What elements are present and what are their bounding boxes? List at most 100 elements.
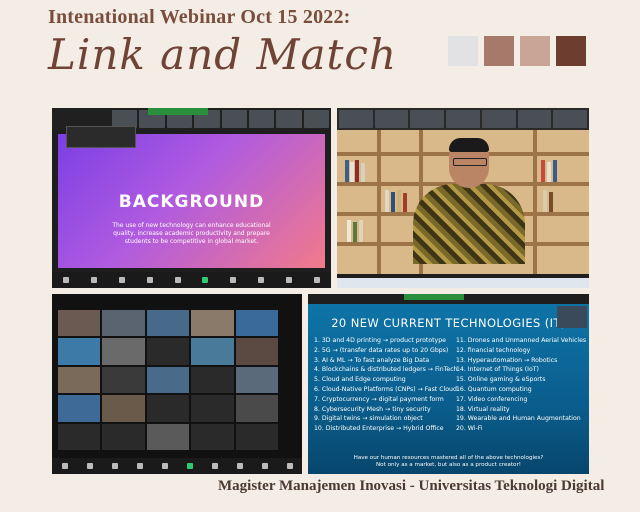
participant-thumbnail[interactable] — [553, 110, 588, 128]
question-line-1: Have our human resources mastered all of… — [353, 455, 544, 461]
slide-body-text: The use of new technology can enhance ed… — [112, 222, 271, 245]
participant-tile[interactable] — [102, 423, 145, 450]
list-item: 18. Virtual reality — [456, 405, 510, 413]
slide-title: BACKGROUND — [118, 192, 265, 212]
list-item: 9. Digital twins → simulation object — [314, 415, 423, 423]
more-icon[interactable] — [286, 463, 293, 469]
list-item: 10. Distributed Enterprise → Hybrid Offi… — [314, 425, 444, 433]
participant-tile[interactable] — [191, 423, 234, 450]
participant-tile[interactable] — [58, 395, 101, 422]
participant-tile[interactable] — [191, 366, 234, 394]
participant-tile[interactable] — [235, 366, 278, 394]
page-title: Intenational Webinar Oct 15 2022: — [48, 6, 351, 28]
security-icon[interactable] — [111, 463, 118, 469]
participant-strip — [337, 108, 589, 130]
participants-icon[interactable] — [146, 277, 153, 283]
share-screen-icon[interactable] — [186, 463, 193, 469]
apps-icon[interactable] — [286, 277, 293, 283]
participant-tile[interactable] — [146, 366, 190, 394]
technology-list-right: 11. Drones and Unmanned Aerial Vehicles … — [456, 336, 586, 434]
mic-icon[interactable] — [62, 277, 69, 283]
participant-tile[interactable] — [58, 310, 101, 337]
participant-tile[interactable] — [102, 310, 145, 337]
color-swatch-1 — [448, 36, 478, 66]
streaming-popup — [66, 126, 136, 148]
participant-tile[interactable] — [235, 423, 278, 450]
shared-slide: BACKGROUND The use of new technology can… — [58, 134, 325, 268]
footer-caption: Magister Manajemen Inovasi - Universitas… — [218, 478, 605, 494]
meeting-toolbar — [52, 458, 302, 474]
color-swatch-4 — [556, 36, 586, 66]
list-item: 11. Drones and Unmanned Aerial Vehicles — [456, 337, 587, 344]
list-item: 1. 3D and 4D printing → product prototyp… — [314, 337, 446, 344]
record-icon[interactable] — [230, 277, 237, 283]
participant-tile[interactable] — [146, 395, 190, 422]
screenshot-background-slide: BACKGROUND The use of new technology can… — [52, 108, 331, 288]
list-item: 16. Quantum computing — [456, 385, 532, 393]
shared-slide: 20 NEW CURRENT TECHNOLOGIES (IT) 1. 3D a… — [308, 304, 589, 474]
participant-tile[interactable] — [146, 338, 190, 365]
more-icon[interactable] — [313, 277, 320, 283]
participants-icon[interactable] — [136, 463, 143, 469]
participant-tile[interactable] — [235, 395, 278, 422]
participant-tile[interactable] — [102, 338, 145, 365]
reactions-icon[interactable] — [236, 463, 243, 469]
slide-question: Have our human resources mastered all of… — [308, 455, 589, 469]
participant-thumbnail[interactable] — [221, 110, 247, 128]
participant-thumbnail[interactable] — [248, 110, 275, 128]
participant-thumbnail[interactable] — [339, 110, 373, 128]
windows-taskbar — [337, 278, 589, 288]
list-item: 6. Cloud-Native Platforms (CNPs) → Fast … — [314, 385, 457, 393]
list-item: 5. Cloud and Edge computing — [314, 376, 406, 384]
participant-tile[interactable] — [191, 395, 234, 422]
list-item: 12. financial technology — [456, 346, 531, 354]
list-item: 8. Cybersecurity Mesh → tiny security — [314, 405, 431, 413]
participant-tile[interactable] — [146, 310, 190, 337]
participant-thumbnail[interactable] — [303, 110, 329, 128]
participant-thumbnail[interactable] — [481, 110, 516, 128]
list-item: 14. Internet of Things (IoT) — [456, 366, 539, 374]
video-icon[interactable] — [90, 277, 97, 283]
list-item: 15. Online gaming & eSports — [456, 376, 546, 384]
presenter-thumbnail[interactable] — [557, 306, 587, 328]
participant-thumbnail[interactable] — [446, 110, 480, 128]
reactions-icon[interactable] — [258, 277, 265, 283]
mic-icon[interactable] — [61, 463, 68, 469]
participant-thumbnail[interactable] — [517, 110, 552, 128]
participant-tile[interactable] — [235, 310, 278, 337]
participant-tile[interactable] — [102, 395, 145, 422]
list-item: 2. 5G → (transfer data rates up to 20 Gb… — [314, 346, 449, 354]
video-icon[interactable] — [86, 463, 93, 469]
list-item: 4. Blockchains & distributed ledgers → F… — [314, 366, 458, 374]
security-icon[interactable] — [118, 277, 125, 283]
screen-share-tag — [404, 294, 464, 300]
participant-thumbnail[interactable] — [410, 110, 445, 128]
list-item: 3. AI & ML → To fast analyze Big Data — [314, 356, 430, 364]
screenshot-speaker-video — [337, 108, 589, 288]
question-line-2: Not only as a market, but also as a prod… — [376, 462, 521, 468]
page-subtitle: Link and Match — [48, 30, 397, 79]
participant-tile[interactable] — [191, 338, 234, 365]
technology-list-left: 1. 3D and 4D printing → product prototyp… — [314, 336, 458, 434]
participant-thumbnail[interactable] — [374, 110, 409, 128]
color-swatch-3 — [520, 36, 550, 66]
participant-thumbnail[interactable] — [276, 110, 302, 128]
list-item: 7. Cryptocurrency → digital payment form — [314, 395, 444, 403]
record-icon[interactable] — [211, 463, 218, 469]
share-screen-icon[interactable] — [202, 277, 209, 283]
list-item: 19. Wearable and Human Augmentation — [456, 415, 581, 423]
participant-tile[interactable] — [58, 366, 101, 394]
color-swatch-2 — [484, 36, 514, 66]
chat-icon[interactable] — [161, 463, 168, 469]
list-item: 17. Video conferencing — [456, 395, 528, 403]
meeting-toolbar — [52, 272, 331, 288]
participant-tile[interactable] — [102, 366, 145, 394]
chat-icon[interactable] — [174, 277, 181, 283]
participant-tile[interactable] — [235, 338, 278, 365]
apps-icon[interactable] — [261, 463, 268, 469]
participant-tile[interactable] — [58, 423, 101, 450]
participant-tile[interactable] — [58, 338, 101, 365]
participant-tile[interactable] — [191, 310, 234, 337]
screenshot-gallery-view — [52, 294, 302, 474]
participant-tile[interactable] — [146, 423, 190, 450]
